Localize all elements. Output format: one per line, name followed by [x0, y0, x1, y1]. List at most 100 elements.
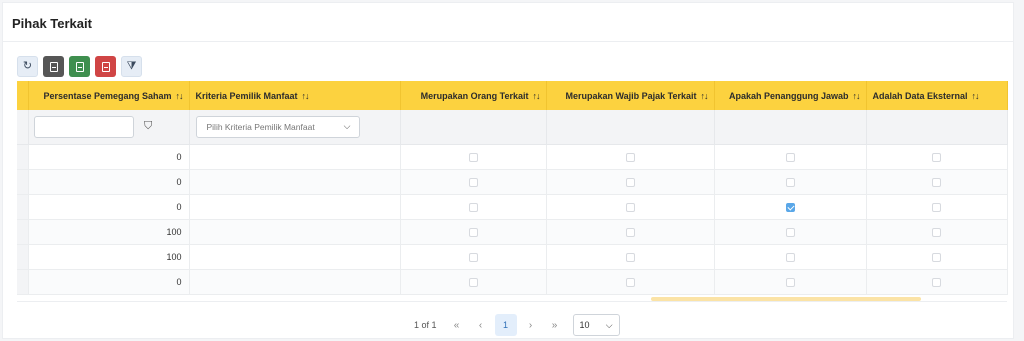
orang-terkait-checkbox[interactable] — [468, 252, 478, 262]
data-eksternal-checkbox[interactable] — [932, 152, 941, 162]
clear-filter-button[interactable]: ⧩ — [121, 56, 142, 77]
orang-terkait-cell — [400, 269, 547, 295]
wajib-pajak-checkbox[interactable] — [625, 177, 635, 187]
penanggung-jawab-cell — [714, 169, 867, 195]
persentase-cell: 100 — [28, 219, 190, 245]
pdf-icon — [101, 61, 110, 72]
column-header-penanggung-jawab[interactable]: Apakah Penanggung Jawab ↑↓ — [714, 81, 867, 110]
penanggung-jawab-cell — [714, 219, 867, 245]
penanggung-jawab-checkbox[interactable] — [785, 277, 795, 287]
header-spacer — [17, 81, 29, 110]
page-1-button[interactable]: 1 — [494, 314, 517, 336]
kriteria-cell — [189, 269, 401, 295]
persentase-cell: 100 — [28, 244, 190, 270]
orang-terkait-checkbox[interactable] — [468, 227, 478, 237]
data-eksternal-checkbox[interactable] — [932, 227, 941, 237]
kriteria-cell — [189, 219, 401, 245]
chevron-down-icon: ⌵ — [343, 121, 351, 132]
data-eksternal-cell — [866, 269, 1008, 295]
filter-cell-empty — [714, 110, 867, 145]
sort-icon: ↑↓ — [971, 90, 980, 101]
dropdown-placeholder: Pilih Kriteria Pemilik Manfaat — [206, 121, 315, 132]
next-page-button[interactable]: › — [521, 315, 541, 335]
filter-cell-empty — [546, 110, 715, 145]
export-excel-button[interactable] — [69, 56, 90, 77]
data-eksternal-checkbox[interactable] — [932, 277, 941, 287]
data-eksternal-cell — [866, 194, 1008, 220]
table-row[interactable]: 0 — [17, 269, 1008, 295]
wajib-pajak-checkbox[interactable] — [625, 152, 635, 162]
orang-terkait-checkbox[interactable] — [468, 152, 478, 162]
orang-terkait-checkbox[interactable] — [468, 202, 478, 212]
orang-terkait-checkbox[interactable] — [468, 277, 478, 287]
orang-terkait-cell — [400, 169, 547, 195]
wajib-pajak-cell — [546, 269, 715, 295]
wajib-pajak-checkbox[interactable] — [625, 277, 635, 287]
column-header-persentase[interactable]: Persentase Pemegang Saham ↑↓ — [28, 81, 190, 110]
wajib-pajak-cell — [546, 194, 715, 220]
filter-icon[interactable]: ⛉ — [144, 120, 152, 133]
penanggung-jawab-cell — [714, 194, 867, 220]
header-row: Persentase Pemegang Saham ↑↓ Kriteria Pem… — [17, 81, 1008, 110]
row-spacer — [17, 169, 29, 195]
chevron-down-icon: ⌵ — [605, 319, 613, 330]
penanggung-jawab-checkbox[interactable] — [785, 177, 795, 187]
row-spacer — [17, 244, 29, 270]
data-eksternal-checkbox[interactable] — [932, 252, 941, 262]
export-button[interactable] — [43, 56, 64, 77]
data-eksternal-cell — [866, 169, 1008, 195]
row-spacer — [17, 194, 29, 220]
persentase-filter-input[interactable] — [33, 115, 134, 138]
column-header-orang-terkait[interactable]: Merupakan Orang Terkait ↑↓ — [400, 81, 547, 110]
rows-per-page-dropdown[interactable]: 10 ⌵ — [572, 314, 620, 336]
table-row[interactable]: 100 — [17, 244, 1008, 270]
table-row[interactable]: 0 — [17, 194, 1008, 220]
row-spacer — [17, 219, 29, 245]
penanggung-jawab-cell — [714, 144, 867, 170]
wajib-pajak-checkbox[interactable] — [625, 227, 635, 237]
penanggung-jawab-checkbox[interactable] — [785, 202, 795, 212]
wajib-pajak-checkbox[interactable] — [625, 252, 635, 262]
orang-terkait-cell — [400, 244, 547, 270]
table-toolbar: ↻ ⧩ — [17, 56, 142, 77]
data-eksternal-cell — [866, 244, 1008, 270]
page-info: 1 of 1 — [414, 320, 437, 330]
data-eksternal-checkbox[interactable] — [932, 177, 941, 187]
kriteria-filter-dropdown[interactable]: Pilih Kriteria Pemilik Manfaat ⌵ — [195, 115, 360, 138]
data-eksternal-cell — [866, 144, 1008, 170]
penanggung-jawab-checkbox[interactable] — [785, 227, 795, 237]
sort-icon: ↑↓ — [852, 90, 861, 101]
data-eksternal-cell — [866, 219, 1008, 245]
prev-page-button[interactable]: ‹ — [471, 315, 491, 335]
table-row[interactable]: 0 — [17, 169, 1008, 195]
wajib-pajak-checkbox[interactable] — [625, 202, 635, 212]
reload-button[interactable]: ↻ — [17, 56, 38, 77]
pager-divider — [17, 301, 1007, 302]
wajib-pajak-cell — [546, 219, 715, 245]
first-page-button[interactable]: « — [447, 315, 467, 335]
column-header-wajib-pajak[interactable]: Merupakan Wajib Pajak Terkait ↑↓ — [546, 81, 715, 110]
orang-terkait-checkbox[interactable] — [468, 177, 478, 187]
column-header-data-eksternal[interactable]: Adalah Data Eksternal ↑↓ — [866, 81, 1008, 110]
sort-icon: ↑↓ — [700, 90, 709, 101]
export-pdf-button[interactable] — [95, 56, 116, 77]
kriteria-cell — [189, 194, 401, 220]
last-page-button[interactable]: » — [545, 315, 565, 335]
column-header-kriteria[interactable]: Kriteria Pemilik Manfaat ↑↓ — [189, 81, 401, 110]
penanggung-jawab-checkbox[interactable] — [785, 252, 795, 262]
filter-cell-empty — [866, 110, 1008, 145]
table-row[interactable]: 0 — [17, 144, 1008, 170]
sort-icon: ↑↓ — [175, 90, 184, 101]
wajib-pajak-cell — [546, 244, 715, 270]
row-spacer — [17, 144, 29, 170]
orang-terkait-cell — [400, 194, 547, 220]
kriteria-cell — [189, 169, 401, 195]
filter-row: ⛉ Pilih Kriteria Pemilik Manfaat ⌵ — [17, 110, 1008, 145]
panel-title: Pihak Terkait — [12, 16, 92, 31]
filter-cell-persentase: ⛉ — [28, 110, 190, 145]
table-row[interactable]: 100 — [17, 219, 1008, 245]
wajib-pajak-cell — [546, 144, 715, 170]
data-eksternal-checkbox[interactable] — [932, 202, 941, 212]
rows-per-page-value: 10 — [579, 320, 590, 330]
penanggung-jawab-checkbox[interactable] — [785, 152, 795, 162]
